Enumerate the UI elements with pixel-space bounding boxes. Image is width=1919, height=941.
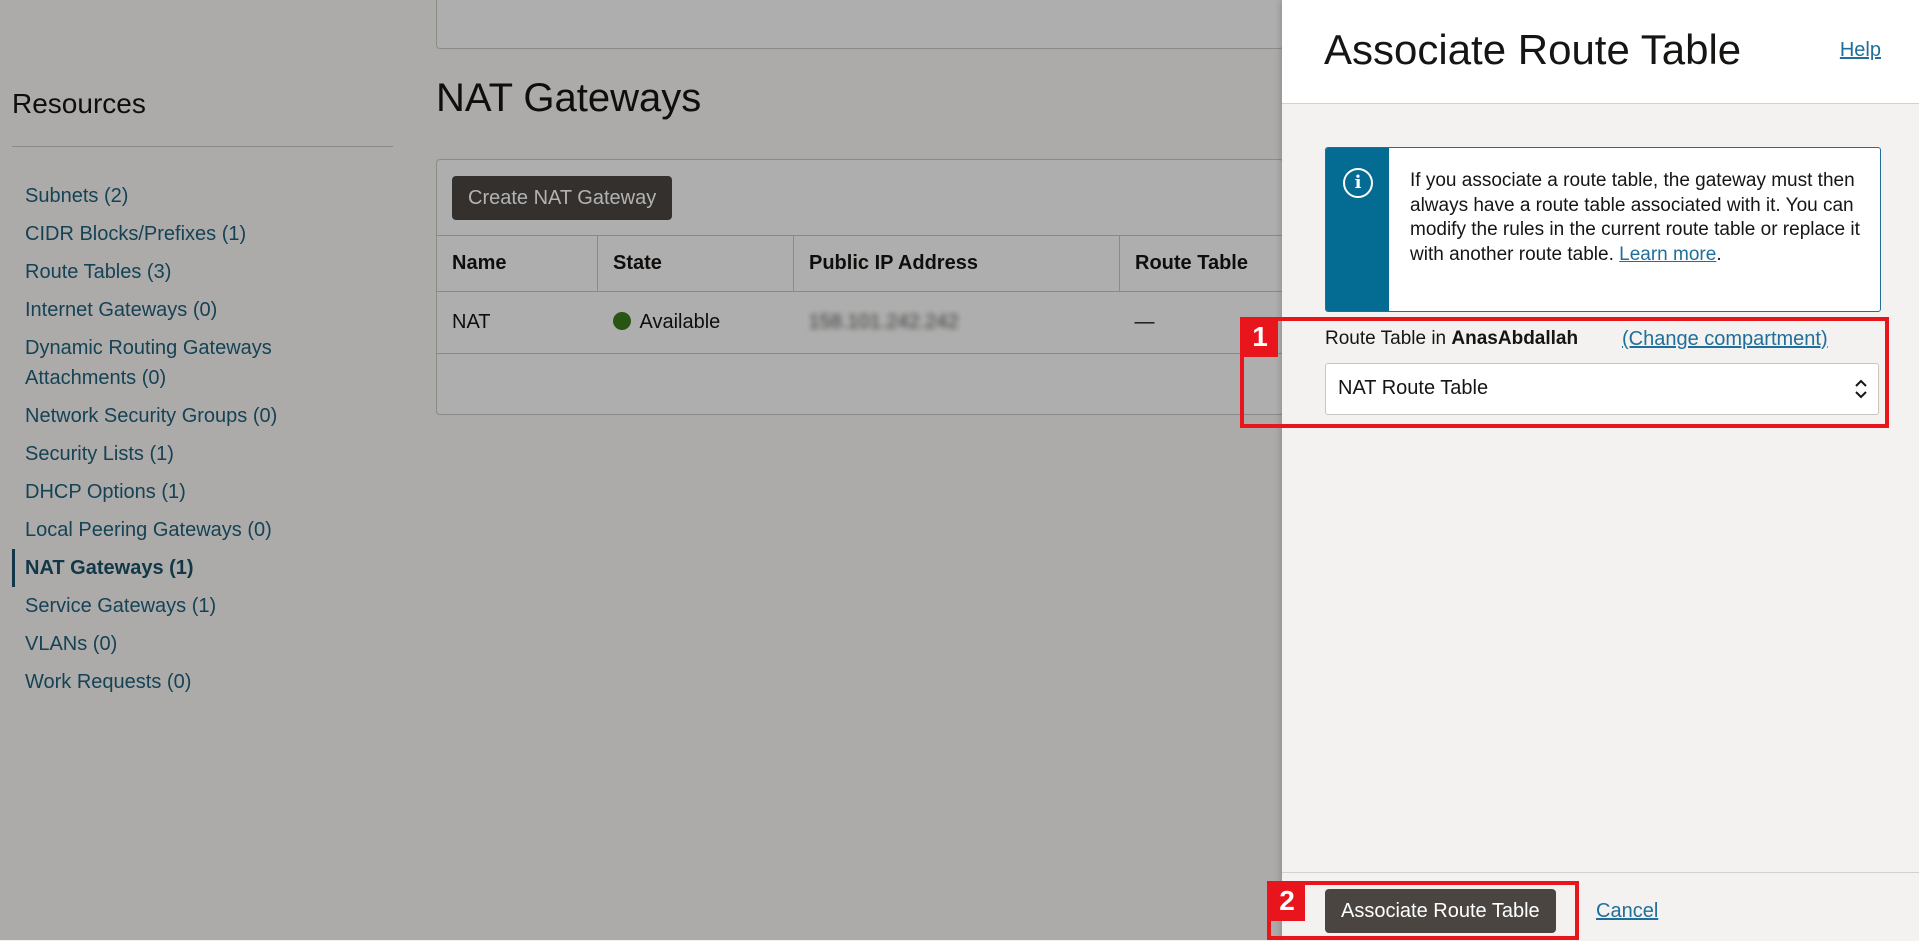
info-period: .: [1716, 243, 1722, 265]
info-text: If you associate a route table, the gate…: [1410, 169, 1870, 267]
panel-title: Associate Route Table: [1324, 26, 1742, 73]
cancel-link[interactable]: Cancel: [1596, 900, 1658, 923]
step-1-badge: 1: [1242, 319, 1278, 357]
panel-header: Associate Route Table Help: [1282, 0, 1919, 104]
step-2-badge: 2: [1269, 883, 1305, 921]
info-icon: i: [1343, 168, 1373, 198]
associate-route-table-panel: Associate Route Table Help i If you asso…: [1282, 0, 1919, 941]
step-1-highlight: [1240, 317, 1889, 428]
info-bar: i: [1326, 148, 1389, 311]
info-message: i If you associate a route table, the ga…: [1325, 147, 1881, 312]
step-2-highlight: [1267, 881, 1579, 940]
learn-more-link[interactable]: Learn more: [1619, 244, 1716, 265]
help-link[interactable]: Help: [1840, 39, 1881, 62]
modal-overlay[interactable]: [0, 0, 1282, 940]
